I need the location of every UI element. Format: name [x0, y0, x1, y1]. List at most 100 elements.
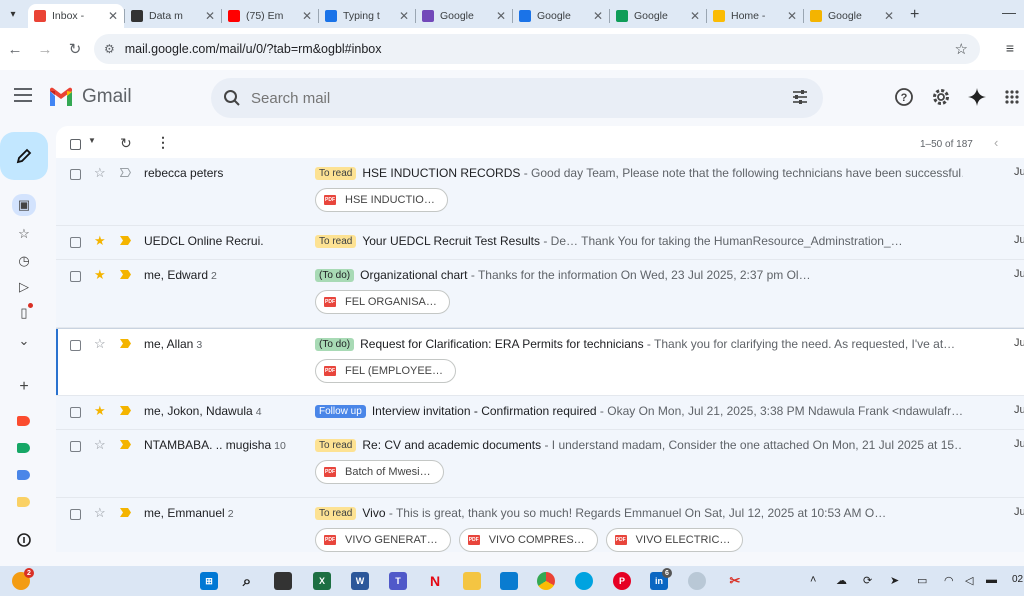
more-options-icon[interactable]: ⋮	[156, 134, 170, 151]
importance-marker-icon[interactable]	[120, 236, 131, 245]
back-button[interactable]: ←	[0, 41, 30, 58]
label-badge[interactable]: To read	[315, 167, 357, 180]
importance-marker-icon[interactable]	[120, 440, 131, 449]
attachment-chip[interactable]: PDF VIVO COMPRES…	[458, 528, 598, 552]
wifi-icon[interactable]: ◠	[944, 574, 954, 587]
bookmark-star-icon[interactable]: ☆	[955, 40, 968, 58]
search-input[interactable]	[251, 89, 771, 107]
inbox-icon[interactable]: ▣	[12, 194, 36, 216]
close-tab-icon[interactable]: ✕	[302, 9, 312, 23]
browser-tab[interactable]: Data m ✕	[125, 4, 221, 28]
label-red-icon[interactable]	[17, 416, 30, 426]
starred-icon[interactable]: ☆	[12, 223, 36, 245]
select-dropdown-icon[interactable]: ▼	[88, 136, 96, 145]
refresh-icon[interactable]: ↻	[120, 135, 132, 152]
weather-icon[interactable]: 2	[12, 568, 34, 590]
browser-tab[interactable]: Google ✕	[804, 4, 900, 28]
browser-tab[interactable]: Google ✕	[416, 4, 512, 28]
pinterest-icon[interactable]: P	[613, 572, 631, 590]
snoozed-clock-icon[interactable]: ◷	[12, 250, 36, 272]
row-checkbox[interactable]	[70, 407, 81, 418]
apps-grid-icon[interactable]	[1001, 86, 1023, 108]
drafts-icon[interactable]: ▯	[12, 302, 36, 324]
label-badge[interactable]: (To do)	[315, 338, 355, 351]
browser-tab[interactable]: (75) Em ✕	[222, 4, 318, 28]
star-icon[interactable]: ☆	[94, 165, 106, 181]
main-menu-icon[interactable]	[14, 88, 32, 106]
label-badge[interactable]: Follow up	[315, 405, 366, 418]
tray-chevron-icon[interactable]: ˄	[810, 574, 816, 586]
importance-marker-icon[interactable]	[120, 339, 131, 348]
close-tab-icon[interactable]: ✕	[108, 9, 118, 23]
tab-search-button[interactable]: ▾	[2, 3, 24, 25]
star-icon[interactable]: ☆	[94, 505, 106, 521]
search-taskbar-icon[interactable]: ⌕	[238, 572, 256, 590]
volume-icon[interactable]: ◁	[965, 574, 973, 587]
label-blue-icon[interactable]	[17, 470, 30, 480]
star-icon[interactable]: ★	[94, 403, 106, 419]
importance-marker-icon[interactable]	[120, 168, 131, 177]
more-chevron-icon[interactable]: ⌄	[12, 330, 36, 352]
row-checkbox[interactable]	[70, 441, 81, 452]
email-row[interactable]: ☆ NTAMBABA. .. mugisha 10 To read Re: CV and…	[56, 430, 1024, 498]
row-checkbox[interactable]	[70, 271, 81, 282]
browser-tab[interactable]: Google ✕	[513, 4, 609, 28]
task-view-icon[interactable]	[274, 572, 292, 590]
upgrade-icon[interactable]	[12, 529, 36, 551]
email-row[interactable]: ★ UEDCL Online Recrui. To read Your UEDCL R…	[56, 226, 1024, 260]
settings-gear-icon[interactable]	[930, 86, 952, 108]
browser-tab[interactable]: Typing t ✕	[319, 4, 415, 28]
profile-photo-icon[interactable]	[688, 572, 706, 590]
forward-button[interactable]: →	[30, 41, 60, 58]
search-bar[interactable]	[211, 78, 823, 118]
search-options-icon[interactable]	[791, 88, 809, 106]
email-row[interactable]: ★ me, Jokon, Ndawula 4 Follow up Interview i…	[56, 396, 1024, 430]
label-badge[interactable]: To read	[315, 507, 357, 520]
close-tab-icon[interactable]: ✕	[399, 9, 409, 23]
close-tab-icon[interactable]: ✕	[884, 9, 894, 23]
star-icon[interactable]: ☆	[94, 437, 106, 453]
file-explorer-icon[interactable]	[463, 572, 481, 590]
tray-location-icon[interactable]: ➤	[890, 574, 899, 587]
label-badge[interactable]: To read	[315, 439, 357, 452]
reload-button[interactable]: ↻	[60, 40, 90, 58]
store-icon[interactable]	[500, 572, 518, 590]
row-checkbox[interactable]	[70, 169, 81, 180]
close-tab-icon[interactable]: ✕	[593, 9, 603, 23]
new-tab-button[interactable]: +	[910, 6, 919, 24]
attachment-chip[interactable]: PDF Batch of Mwesi…	[315, 460, 444, 484]
attachment-chip[interactable]: PDF VIVO GENERAT…	[315, 528, 451, 552]
address-bar[interactable]: ⚙ mail.google.com/mail/u/0/?tab=rm&ogbl#…	[94, 34, 980, 64]
star-icon[interactable]: ★	[94, 267, 106, 283]
teams-icon[interactable]: T	[389, 572, 407, 590]
search-icon[interactable]	[223, 89, 241, 107]
excel-icon[interactable]: X	[313, 572, 331, 590]
battery-icon[interactable]: ▬	[986, 574, 997, 586]
newer-page-icon[interactable]: ‹	[994, 135, 998, 150]
label-green-icon[interactable]	[17, 443, 30, 453]
minimize-icon[interactable]: —	[1002, 4, 1016, 20]
label-badge[interactable]: (To do)	[315, 269, 355, 282]
select-all-checkbox[interactable]	[70, 139, 81, 150]
canva-icon[interactable]	[575, 572, 593, 590]
gmail-logo[interactable]: Gmail	[48, 86, 132, 108]
label-yellow-icon[interactable]	[17, 497, 30, 507]
importance-marker-icon[interactable]	[120, 406, 131, 415]
netflix-icon[interactable]: N	[426, 572, 444, 590]
tray-cloud-icon[interactable]: ☁	[836, 574, 847, 587]
tray-display-icon[interactable]: ▭	[917, 574, 927, 587]
snipping-tool-icon[interactable]: ✂	[726, 572, 744, 590]
attachment-chip[interactable]: PDF FEL ORGANISA…	[315, 290, 450, 314]
email-row[interactable]: ★ me, Edward 2 (To do) Organizational chart …	[56, 260, 1024, 328]
close-tab-icon[interactable]: ✕	[205, 9, 215, 23]
email-row[interactable]: ☆ me, Allan 3 (To do) Request for Clarificat…	[56, 328, 1024, 396]
email-row[interactable]: ☆ me, Emmanuel 2 To read Vivo - This is grea…	[56, 498, 1024, 552]
email-row[interactable]: ☆ rebecca peters To read HSE INDUCTION RECO…	[56, 158, 1024, 226]
help-icon[interactable]: ?	[893, 86, 915, 108]
row-checkbox[interactable]	[70, 340, 81, 351]
label-badge[interactable]: To read	[315, 235, 357, 248]
compose-button[interactable]	[0, 132, 48, 180]
star-icon[interactable]: ★	[94, 233, 106, 249]
attachment-chip[interactable]: PDF FEL (EMPLOYEE…	[315, 359, 457, 383]
windows-start-icon[interactable]: ⊞	[200, 572, 218, 590]
